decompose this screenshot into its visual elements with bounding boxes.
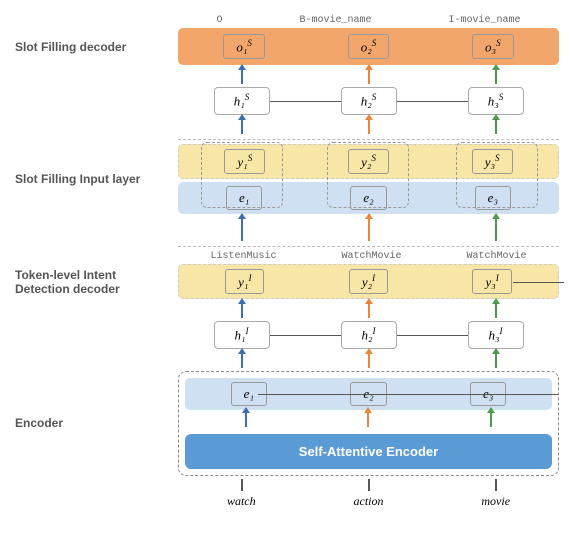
arrow-hi1 [241, 302, 243, 318]
h2I: h₂I [341, 321, 397, 348]
arrow-enc1 [245, 411, 247, 427]
word-watch: watch [227, 494, 256, 509]
section-intent-decoder: Token-level Intent Detection decoder [15, 268, 178, 296]
arrow-e2 [368, 352, 370, 368]
arrow-hi2 [368, 302, 370, 318]
y1S: y₁S [224, 149, 265, 174]
o3S: o₃S [472, 34, 514, 59]
tag-B: B-movie_name [299, 15, 371, 26]
y2I: y₂I [349, 269, 388, 294]
encoder-box: e₁ e₂ e₃ Self-Attentive Encoder [178, 371, 559, 476]
arrow-sf2 [368, 118, 370, 134]
e3-sf: e₃ [475, 186, 511, 210]
slot-e-bar: e₁ e₂ e₃ [178, 182, 559, 214]
y2S: y₂S [348, 149, 389, 174]
o1S: o₁S [223, 34, 265, 59]
h1S: h₁S [214, 87, 270, 114]
intent-pred-1: ListenMusic [210, 251, 276, 262]
arrow-h2s-o2s [368, 68, 370, 84]
arrow-e1 [241, 352, 243, 368]
e1-sf: e₁ [226, 186, 262, 210]
slot-output-bar: o₁S o₂S o₃S [178, 28, 559, 65]
arrow-sf3 [495, 118, 497, 134]
y3S: y₃S [472, 149, 513, 174]
y1I: y₁I [225, 269, 264, 294]
intent-pred-3: WatchMovie [466, 251, 526, 262]
y3I: y₃I [472, 269, 511, 294]
h3I: h₃I [468, 321, 524, 348]
arrow-in3 [495, 479, 497, 491]
h3S: h₃S [468, 87, 524, 114]
word-action: action [354, 494, 384, 509]
h2S: h₂S [341, 87, 397, 114]
slot-y-bar: y₁S y₂S y₃S [178, 144, 559, 179]
section-slot-input: Slot Filling Input layer [15, 172, 178, 186]
e2-sf: e₂ [350, 186, 386, 210]
tag-O: O [216, 15, 222, 26]
arrow-h3s-o3s [495, 68, 497, 84]
arrow-long2 [368, 217, 370, 241]
section-slot-decoder: Slot Filling decoder [15, 40, 178, 54]
intent-pred-2: WatchMovie [341, 251, 401, 262]
arrow-h1s-o1s [241, 68, 243, 84]
h1I: h₁I [214, 321, 270, 348]
section-encoder: Encoder [15, 416, 178, 430]
arrow-in1 [241, 479, 243, 491]
arrow-hi3 [495, 302, 497, 318]
arrow-long3 [495, 217, 497, 241]
arrow-sf1 [241, 118, 243, 134]
intent-y-bar: y₁I y₂I y₃I [178, 264, 559, 299]
arrow-long1 [241, 217, 243, 241]
tag-I: I-movie_name [448, 15, 520, 26]
arrow-in2 [368, 479, 370, 491]
arrow-e3 [495, 352, 497, 368]
encoder-e-bar: e₁ e₂ e₃ [185, 378, 552, 410]
self-attentive-encoder: Self-Attentive Encoder [185, 434, 552, 469]
arrow-enc3 [490, 411, 492, 427]
arrow-enc2 [367, 411, 369, 427]
o2S: o₂S [348, 34, 390, 59]
word-movie: movie [481, 494, 510, 509]
